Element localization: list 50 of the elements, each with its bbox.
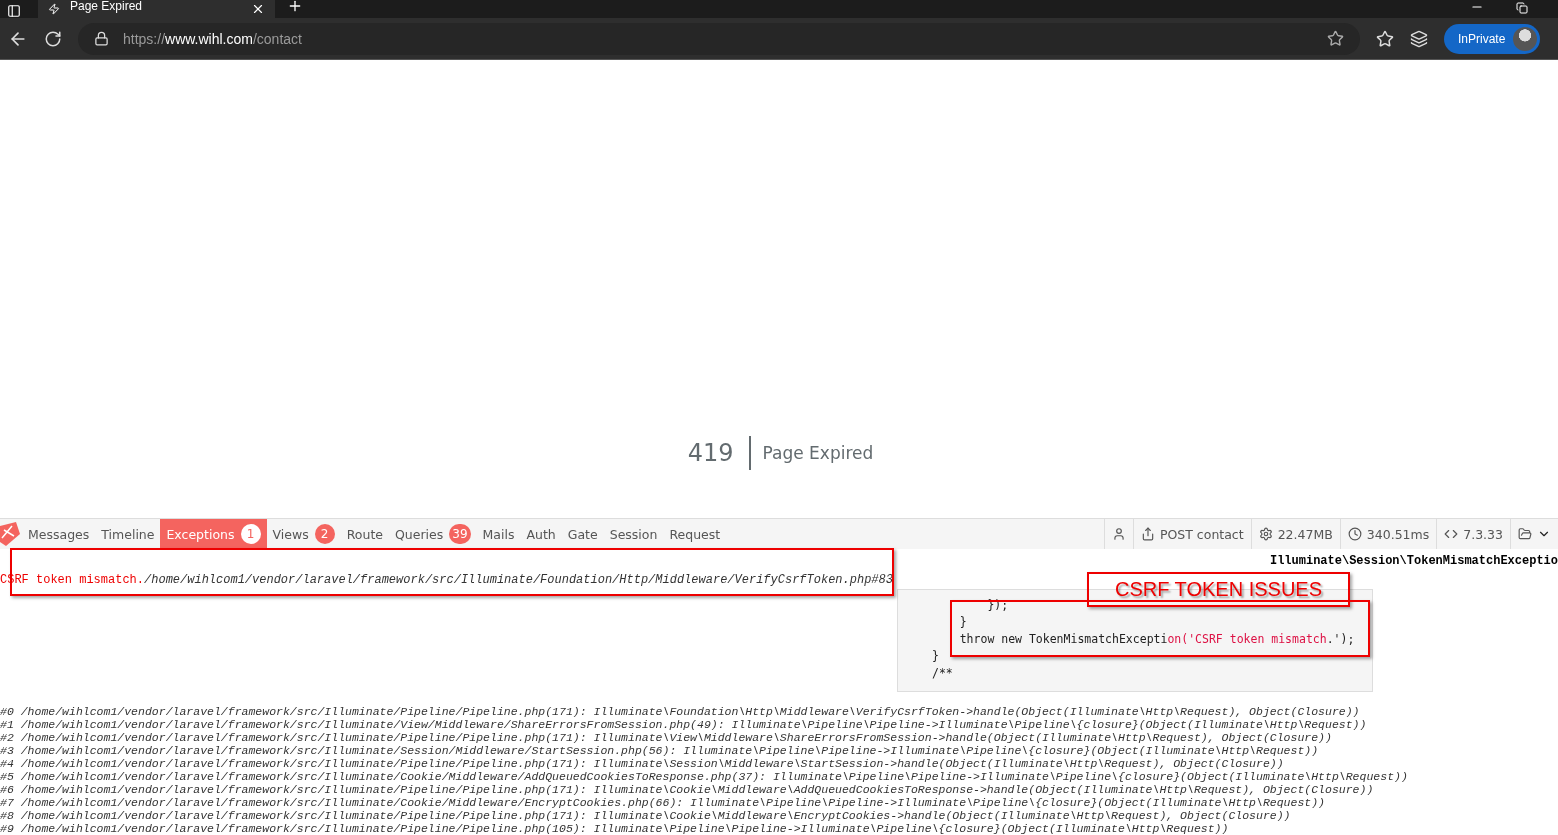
star-icon: [1327, 30, 1344, 47]
avatar-icon: [1513, 26, 1538, 51]
count-badge: 39: [449, 524, 471, 544]
sidebar-icon: [7, 4, 21, 18]
stack-trace-line: #4 /home/wihlcom1/vendor/laravel/framework/src/Illuminate/Pipeline/Pipeline.php(171): Illuminate\Session\Middleware\StartSession->handle(Object(Illuminate\Http\Request), Object(Closure)): [0, 757, 1285, 770]
address-bar[interactable]: https://www.wihl.com/contact: [78, 22, 1360, 55]
inprivate-button[interactable]: InPrivate: [1444, 23, 1541, 54]
bolt-icon: [48, 3, 60, 15]
code-icon: [1444, 527, 1459, 541]
stack-trace-line: #0 /home/wihlcom1/vendor/laravel/framework/src/Illuminate/Pipeline/Pipeline.php(171): Illuminate\Foundation\Http\Middleware\VerifyCsrfToken->handle(Object(Illuminate\Http\Request), Object(Closure)): [0, 705, 1361, 718]
favorites-icon: [1376, 29, 1394, 48]
user-icon: [1111, 527, 1126, 541]
indicator-text: 7.3.33: [1463, 526, 1503, 542]
debugbar-tab[interactable]: Messages: [22, 519, 96, 549]
debugbar-tab[interactable]: Session: [603, 519, 664, 549]
stack-trace-line: #6 /home/wihlcom1/vendor/laravel/framework/src/Illuminate/Pipeline/Pipeline.php(171): Illuminate\Cookie\Middleware\AddQueuedCookiesToResponse->handle(Object(Illuminate\Http\Request), Object(Closure)): [0, 783, 1375, 796]
error-message: Page Expired: [761, 443, 875, 463]
restore-icon: [1516, 2, 1528, 14]
reload-icon: [44, 29, 62, 48]
count-badge: 1: [240, 524, 261, 544]
clock-icon: [1347, 527, 1362, 541]
debugbar-tab[interactable]: Request: [663, 519, 727, 549]
indicator-text: 22.47MB: [1277, 526, 1333, 542]
debugbar-tab[interactable]: Auth: [520, 519, 562, 549]
stack-trace-line: #2 /home/wihlcom1/vendor/laravel/framework/src/Illuminate/Pipeline/Pipeline.php(171): Illuminate\View\Middleware\ShareErrorsFromSession->handle(Object(Illuminate\Http\Request), Object(Closure)): [0, 731, 1333, 744]
url-text: https://www.wihl.com/contact: [123, 30, 302, 47]
stack-trace-line: #1 /home/wihlcom1/vendor/laravel/framework/src/Illuminate/View/Middleware/ShareErrorsFromSession.php(49): Illuminate\Pipeline\Pipeline->Illuminate\Pipeline\{closure}(Object(Illuminate\Http\Request)): [0, 718, 1368, 731]
debugbar-tab[interactable]: Mails: [476, 519, 521, 549]
stack-trace-line: #5 /home/wihlcom1/vendor/laravel/framework/src/Illuminate/Cookie/Middleware/AddQueuedCookiesToResponse.php(37): Illuminate\Pipeline\Pipeline->Illuminate\Pipeline\{closure}(Object(Illuminate\Http\Request)): [0, 770, 1409, 783]
debugbar-tab[interactable]: Views 2: [266, 519, 341, 549]
debugbar-tab[interactable]: Timeline: [95, 519, 161, 549]
exception-class: Illuminate\Session\TokenMismatchExceptio: [1269, 554, 1558, 568]
stack-trace-line: #7 /home/wihlcom1/vendor/laravel/framework/src/Illuminate/Cookie/Middleware/EncryptCookies.php(66): Illuminate\Pipeline\Pipeline->Illuminate\Pipeline\{closure}(Object(Illuminate\Http\Request)): [0, 796, 1326, 809]
stack-trace-line: #3 /home/wihlcom1/vendor/laravel/framework/src/Illuminate/Session/Middleware/StartSession.php(56): Illuminate\Pipeline\Pipeline->Illuminate\Pipeline\{closure}(Object(Illuminate\Http\Request)): [0, 744, 1320, 757]
browser-tab[interactable]: Page Expired: [38, 0, 275, 18]
indicator-text: POST contact: [1159, 526, 1244, 542]
status-code: 419: [672, 436, 751, 470]
stack-trace-line: #8 /home/wihlcom1/vendor/laravel/framework/src/Illuminate/Pipeline/Pipeline.php(171): Illuminate\Cookie\Middleware\EncryptCookies->handle(Object(Illuminate\Http\Request), Object(Closure)): [0, 809, 1292, 822]
lock-icon: [94, 31, 109, 46]
folder-icon: [1518, 527, 1532, 541]
gears-icon: [1258, 527, 1273, 541]
debugbar-tab[interactable]: Route: [340, 519, 389, 549]
debugbar-tab[interactable]: Queries 39: [389, 519, 477, 549]
close-icon: [251, 2, 265, 16]
stack-trace-line: #9 /home/wihlcom1/vendor/laravel/framework/src/Illuminate/Pipeline/Pipeline.php(105): Illuminate\Pipeline\Pipeline->Illuminate\Pipeline\{closure}(Object(Illuminate\Http\Request)): [0, 822, 1230, 835]
count-badge: 2: [314, 524, 335, 544]
collections-icon: [1410, 29, 1428, 48]
new-tab-icon: [287, 0, 303, 14]
debugbar-tab[interactable]: Gate: [561, 519, 604, 549]
indicator-text: 340.51ms: [1366, 526, 1430, 542]
